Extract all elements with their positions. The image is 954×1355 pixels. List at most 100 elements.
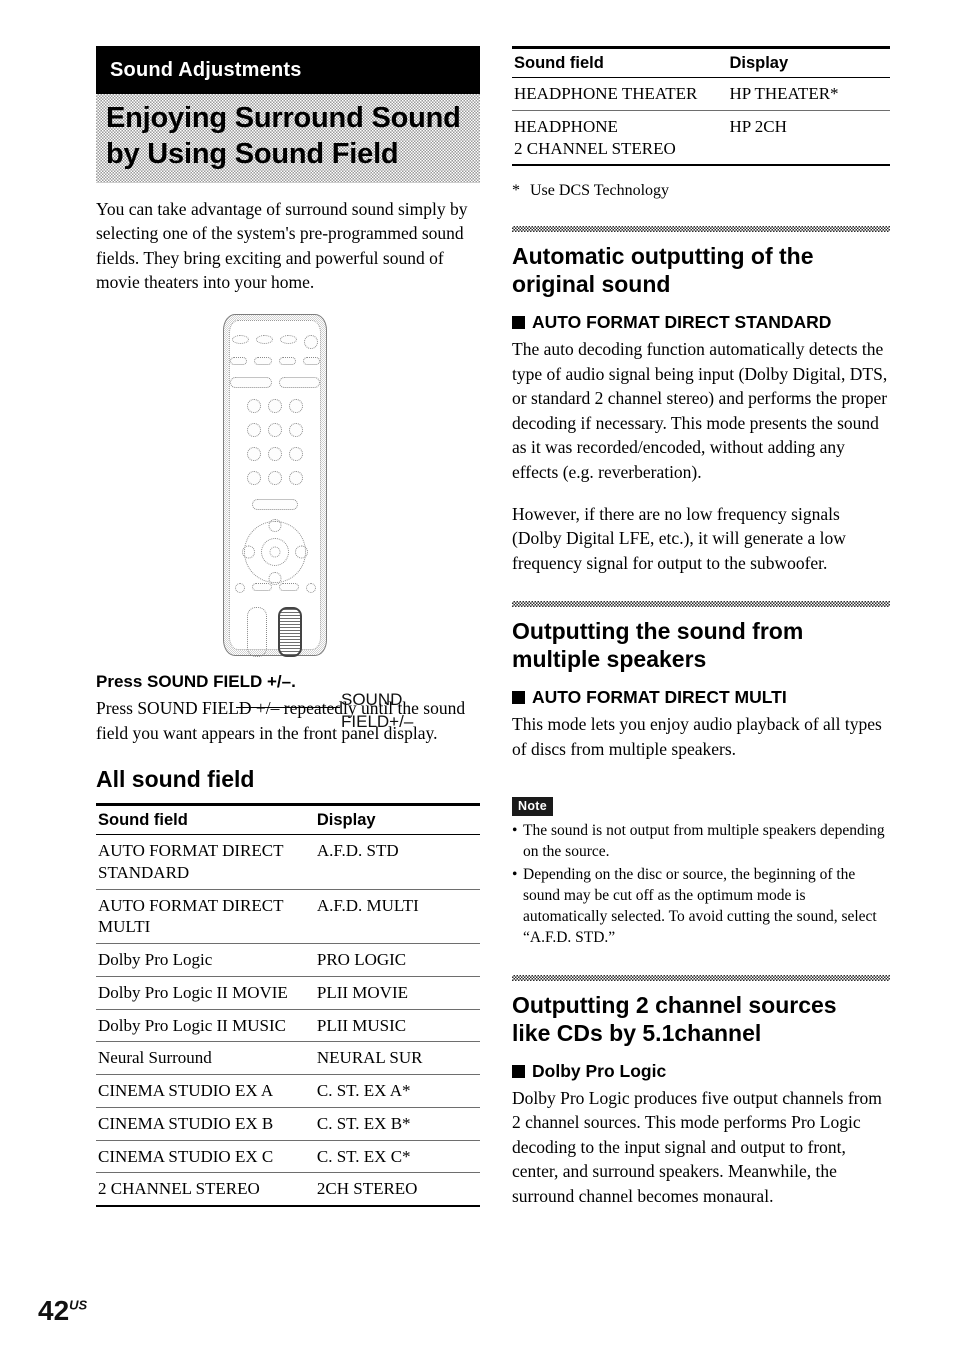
section-divider-rule <box>512 226 890 233</box>
table-row: CINEMA STUDIO EX A C. ST. EX A* <box>96 1074 480 1108</box>
page-number-value: 42 <box>38 1295 70 1326</box>
section-auto-title-line2: original sound <box>512 271 671 298</box>
chapter-title-line2: by Using Sound Field <box>106 138 399 171</box>
instruction-paragraph: Press SOUND FIELD +/– repeatedly until t… <box>96 698 466 743</box>
remote-key <box>256 335 273 344</box>
remote-button-row-2 <box>230 357 320 365</box>
cell-display: HP THEATER* <box>727 77 890 111</box>
remote-number-key <box>289 471 303 485</box>
cell-display: 2CH STEREO <box>314 1172 480 1208</box>
remote-enter-key <box>261 538 289 566</box>
section-auto-title-line1: Automatic outputting of the <box>512 243 814 270</box>
table-row: Neural Surround NEURAL SUR <box>96 1041 480 1076</box>
table-row: AUTO FORMAT DIRECT MULTI A.F.D. MULTI <box>96 889 480 945</box>
remote-key <box>278 357 296 365</box>
remote-button-row-3 <box>230 377 320 388</box>
remote-number-key <box>289 399 303 413</box>
table-row: Dolby Pro Logic II MUSIC PLII MUSIC <box>96 1009 480 1043</box>
table-footnote: * Use DCS Technology <box>512 182 890 200</box>
section-multi-subheading: AUTO FORMAT DIRECT MULTI <box>512 687 890 708</box>
section-prologic-subheading-label: Dolby Pro Logic <box>532 1060 667 1081</box>
remote-key <box>234 583 245 593</box>
remote-number-key <box>268 447 282 461</box>
cell-sound-field: CINEMA STUDIO EX B <box>96 1107 315 1141</box>
remote-volume-key <box>247 607 267 657</box>
section-prologic-title-line1: Outputting 2 channel sources <box>512 991 837 1018</box>
remote-key <box>278 583 299 591</box>
column-header-sound-field: Sound field <box>96 803 315 836</box>
remote-button-row-5 <box>230 583 320 593</box>
remote-key <box>302 357 320 365</box>
cell-sound-field: AUTO FORMAT DIRECT MULTI <box>96 889 315 945</box>
cell-display: PLII MUSIC <box>314 1009 480 1043</box>
remote-inner-frame <box>229 320 321 657</box>
remote-key <box>280 335 297 344</box>
headphone-sound-field-table: Sound field Display HEADPHONE THEATER HP … <box>512 46 890 167</box>
remote-arrow-right-key <box>295 545 308 559</box>
remote-number-key <box>247 471 261 485</box>
column-header-display: Display <box>314 803 480 836</box>
remote-numpad-row-3 <box>230 447 320 461</box>
remote-number-key <box>289 423 303 437</box>
note-item: The sound is not output from multiple sp… <box>512 821 890 863</box>
section-auto-subheading-label: AUTO FORMAT DIRECT STANDARD <box>532 312 832 333</box>
remote-number-key <box>268 423 282 437</box>
remote-key <box>230 377 272 388</box>
all-sound-field-table: Sound field Display AUTO FORMAT DIRECT S… <box>96 803 480 1208</box>
column-header-sound-field: Sound field <box>512 46 728 78</box>
column-header-display: Display <box>727 46 890 78</box>
callout-label-line2: FIELD+/– <box>341 712 414 732</box>
section-multi-title-line1: Outputting the sound from <box>512 618 804 645</box>
table-header-row: Sound field Display <box>512 46 890 78</box>
remote-button-row-1 <box>230 335 320 349</box>
footnote-text: Use DCS Technology <box>530 182 670 200</box>
cell-sound-field: Dolby Pro Logic II MUSIC <box>96 1009 315 1043</box>
chapter-title: Enjoying Surround Sound by Using Sound F… <box>96 94 480 183</box>
remote-key <box>251 583 272 591</box>
footnote-marker: * <box>512 182 520 200</box>
remote-numpad-row-1 <box>230 399 320 413</box>
cell-display: NEURAL SUR <box>314 1041 480 1076</box>
section-prologic-paragraph: Dolby Pro Logic produces five output cha… <box>512 1087 882 1206</box>
right-column: Sound field Display HEADPHONE THEATER HP … <box>512 46 890 1226</box>
remote-dpad <box>242 519 308 585</box>
table-row: Dolby Pro Logic II MOVIE PLII MOVIE <box>96 976 480 1010</box>
remote-number-key <box>247 447 261 461</box>
remote-number-key <box>268 471 282 485</box>
table-row: AUTO FORMAT DIRECT STANDARD A.F.D. STD <box>96 834 480 890</box>
left-column: Sound Adjustments Enjoying Surround Soun… <box>96 46 480 1208</box>
remote-number-key <box>247 423 261 437</box>
section-auto-paragraph-1: The auto decoding function automatically… <box>512 339 888 482</box>
cell-display: HP 2CH <box>727 110 890 167</box>
callout-leader-line <box>236 707 340 708</box>
cell-sound-field: HEADPHONE THEATER <box>512 77 728 111</box>
cell-display: C. ST. EX B* <box>314 1107 480 1141</box>
remote-key <box>304 335 318 349</box>
remote-key <box>252 499 298 510</box>
section-prologic-subheading: Dolby Pro Logic <box>512 1061 890 1082</box>
cell-display: C. ST. EX A* <box>314 1074 480 1108</box>
remote-body <box>223 314 327 657</box>
table-row: HEADPHONE 2 CHANNEL STEREO HP 2CH <box>512 110 890 167</box>
cell-display: PRO LOGIC <box>314 943 480 977</box>
cell-sound-field: AUTO FORMAT DIRECT STANDARD <box>96 834 315 890</box>
cell-display: PLII MOVIE <box>314 976 480 1010</box>
cell-display: A.F.D. MULTI <box>314 889 480 945</box>
remote-number-key <box>247 399 261 413</box>
section-auto-title: Automatic outputting of the original sou… <box>512 242 890 298</box>
cell-display: C. ST. EX C* <box>314 1140 480 1174</box>
table-row: Dolby Pro Logic PRO LOGIC <box>96 943 480 977</box>
remote-numpad-row-2 <box>230 423 320 437</box>
section-multi-subheading-label: AUTO FORMAT DIRECT MULTI <box>532 687 787 708</box>
chapter-banner-label: Sound Adjustments <box>110 58 302 81</box>
instruction-heading: Press SOUND FIELD +/–. <box>96 672 296 691</box>
remote-numpad-row-4 <box>230 471 320 485</box>
cell-sound-field: 2 CHANNEL STEREO <box>96 1172 315 1208</box>
cell-sound-field: HEADPHONE 2 CHANNEL STEREO <box>512 110 728 167</box>
section-prologic-title: Outputting 2 channel sources like CDs by… <box>512 991 890 1047</box>
remote-key <box>232 335 249 344</box>
section-auto-paragraph-2: However, if there are no low frequency s… <box>512 503 846 573</box>
cell-sound-field: Neural Surround <box>96 1041 315 1076</box>
section-auto-subheading: AUTO FORMAT DIRECT STANDARD <box>512 312 890 333</box>
section-prologic-title-line2: like CDs by 5.1channel <box>512 1019 762 1046</box>
